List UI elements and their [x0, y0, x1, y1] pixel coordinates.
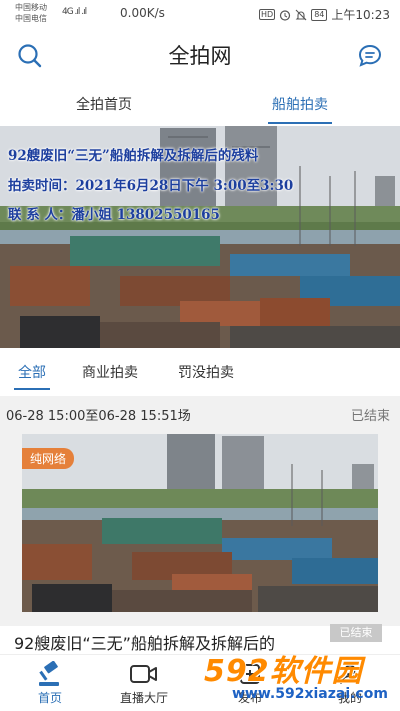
tab-all[interactable]: 全部: [18, 362, 46, 382]
chat-bubble-icon: [358, 44, 382, 67]
category-tabs: 全部 商业拍卖 罚没拍卖: [0, 352, 400, 392]
carrier-labels: 中国移动 中国电信: [15, 2, 47, 24]
banner-title: 92艘废旧“三无”船舶拆解及拆解后的残料: [8, 148, 259, 164]
tab-confiscation-auction[interactable]: 罚没拍卖: [178, 362, 234, 382]
auction-card-image[interactable]: 纯网络: [22, 434, 378, 612]
battery-icon: 84: [311, 8, 328, 21]
auction-status-badge: 已结束: [330, 624, 382, 642]
site-watermark: 592软件园 www.592xiazai.com: [196, 646, 400, 711]
tab-commercial-auction[interactable]: 商业拍卖: [82, 362, 138, 382]
auction-card[interactable]: 纯网络: [0, 430, 400, 626]
nav-live-hall[interactable]: 直播大厅: [104, 661, 184, 706]
banner-auction-time: 拍卖时间：2021年6月28日下午 3:00至3:30: [8, 178, 294, 194]
carrier-1: 中国移动: [15, 3, 47, 12]
network-speed: 0.00K/s: [120, 6, 165, 20]
alarm-icon: [280, 9, 291, 21]
session-time: 06-28 15:00至06-28 15:51场: [6, 409, 191, 424]
app-header: 全拍网: [0, 28, 400, 84]
status-bar: 中国移动 中国电信 4G .ıl .ıl 0.00K/s HD 84 上午10:…: [0, 0, 400, 28]
status-time: 上午10:23: [331, 8, 390, 22]
watermark-url: www.592xiazai.com: [232, 686, 388, 702]
auction-session-bar: 06-28 15:00至06-28 15:51场 已结束: [0, 396, 400, 430]
signal-icon: 4G .ıl .ıl: [62, 7, 87, 17]
nav-home-label: 首页: [37, 691, 62, 705]
watermark-logo: 592软件园: [204, 654, 363, 689]
page-title: 全拍网: [168, 44, 232, 68]
banner-contact: 联 系 人：潘小姐 13802550165: [8, 207, 220, 223]
video-camera-icon: [130, 665, 157, 683]
online-only-badge: 纯网络: [22, 448, 75, 469]
hd-icon: HD: [259, 9, 276, 20]
tab-home[interactable]: 全拍首页: [76, 94, 132, 114]
nav-home[interactable]: 首页: [10, 661, 90, 706]
tab-active-indicator: [268, 122, 332, 124]
nav-live-hall-label: 直播大厅: [119, 691, 168, 705]
top-tabs: 全拍首页 船舶拍卖: [0, 86, 400, 126]
status-icons: HD 84 上午10:23: [259, 6, 390, 23]
hero-banner[interactable]: 92艘废旧“三无”船舶拆解及拆解后的残料 拍卖时间：2021年6月28日下午 3…: [0, 126, 400, 348]
gavel-icon: [39, 661, 59, 686]
message-button[interactable]: [354, 40, 386, 72]
sub-tab-active-indicator: [14, 388, 50, 390]
harbor-thumbnail: [22, 434, 378, 612]
mute-icon: [295, 9, 307, 20]
session-status: 已结束: [350, 409, 390, 424]
carrier-2: 中国电信: [15, 14, 47, 23]
tab-ship-auction[interactable]: 船舶拍卖: [272, 94, 328, 114]
